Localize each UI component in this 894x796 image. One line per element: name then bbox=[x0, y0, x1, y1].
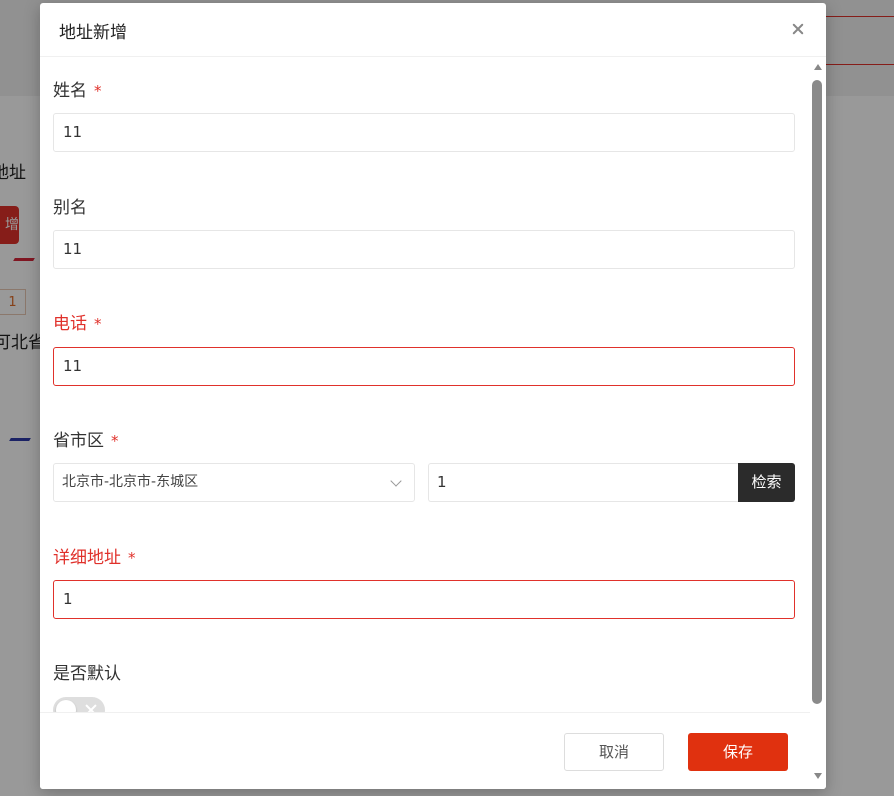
close-icon bbox=[84, 703, 98, 712]
scroll-up-icon[interactable] bbox=[814, 64, 822, 70]
close-icon[interactable] bbox=[786, 17, 810, 41]
default-switch[interactable] bbox=[53, 697, 105, 712]
phone-input[interactable]: 11 bbox=[53, 347, 795, 386]
alias-label-text: 别名 bbox=[53, 198, 87, 218]
name-input[interactable]: 11 bbox=[53, 113, 795, 152]
dialog-title: 地址新增 bbox=[59, 23, 127, 43]
region-search-button[interactable]: 检索 bbox=[738, 463, 795, 502]
region-label: 省市区 * bbox=[53, 426, 119, 451]
dialog-body: 姓名 * 11 别名 11 电话 * 11 省市区 * 北京市-北京市-东城区 1 检… bbox=[40, 57, 810, 712]
default-label: 是否默认 bbox=[53, 659, 121, 684]
required-mark: * bbox=[128, 549, 136, 567]
switch-knob bbox=[56, 700, 76, 712]
required-mark: * bbox=[111, 432, 119, 450]
scrollbar-thumb[interactable] bbox=[812, 80, 822, 704]
region-select[interactable]: 北京市-北京市-东城区 bbox=[53, 463, 415, 502]
chevron-down-icon bbox=[390, 475, 402, 487]
detail-address-input[interactable]: 1 bbox=[53, 580, 795, 619]
phone-label-text: 电话 bbox=[53, 314, 87, 334]
address-add-dialog: 地址新增 姓名 * 11 别名 11 电话 * 11 省市区 * 北京市-北京市-东城… bbox=[40, 3, 826, 789]
name-label: 姓名 * bbox=[53, 76, 102, 101]
dialog-footer: 取消 保存 bbox=[40, 712, 810, 789]
cancel-button[interactable]: 取消 bbox=[564, 733, 664, 771]
name-label-text: 姓名 bbox=[53, 81, 87, 101]
scroll-down-icon[interactable] bbox=[814, 773, 822, 779]
required-mark: * bbox=[94, 315, 102, 333]
default-label-text: 是否默认 bbox=[53, 664, 121, 684]
detail-address-label-text: 详细地址 bbox=[53, 548, 121, 568]
save-button[interactable]: 保存 bbox=[688, 733, 788, 771]
scrollbar[interactable] bbox=[810, 57, 826, 789]
required-mark: * bbox=[94, 82, 102, 100]
alias-label: 别名 bbox=[53, 193, 87, 218]
alias-input[interactable]: 11 bbox=[53, 230, 795, 269]
region-search-input[interactable]: 1 bbox=[428, 463, 739, 502]
detail-address-label: 详细地址 * bbox=[53, 543, 136, 568]
phone-label: 电话 * bbox=[53, 309, 102, 334]
region-label-text: 省市区 bbox=[53, 431, 104, 451]
dialog-header: 地址新增 bbox=[40, 3, 826, 57]
region-select-value: 北京市-北京市-东城区 bbox=[62, 474, 199, 490]
